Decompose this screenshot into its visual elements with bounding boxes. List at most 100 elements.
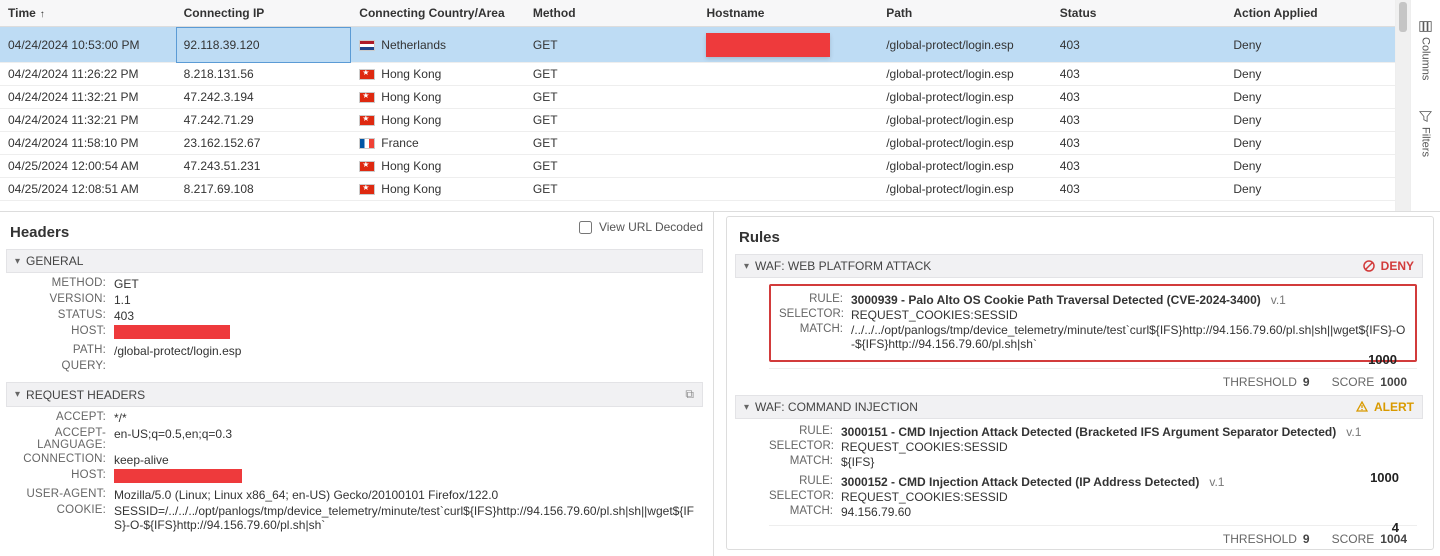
v-version: 1.1 <box>114 293 699 307</box>
flag-icon <box>359 161 375 172</box>
grid-header-row: Time↑ Connecting IP Connecting Country/A… <box>0 0 1395 27</box>
copy-icon[interactable]: ⧉ <box>685 387 694 402</box>
v-accept: */* <box>114 411 699 425</box>
k-ua: USER-AGENT: <box>10 488 106 502</box>
section-general-label: GENERAL <box>26 254 83 268</box>
cell-host <box>698 63 878 86</box>
k-status: STATUS: <box>10 309 106 323</box>
cell-host <box>698 109 878 132</box>
score-label: SCORE <box>1332 375 1375 389</box>
cell-path: /global-protect/login.esp <box>878 27 1052 63</box>
cell-host <box>698 132 878 155</box>
v-rule: 3000939 - Palo Alto OS Cookie Path Trave… <box>851 293 1407 307</box>
col-host[interactable]: Hostname <box>698 0 878 27</box>
cell-status: 403 <box>1052 27 1226 63</box>
table-row[interactable]: 04/25/2024 12:00:54 AM47.243.51.231Hong … <box>0 155 1395 178</box>
cell-action: Deny <box>1225 86 1395 109</box>
cell-action: Deny <box>1225 178 1395 201</box>
col-path[interactable]: Path <box>878 0 1052 27</box>
table-row[interactable]: 04/24/2024 11:32:21 PM47.242.3.194Hong K… <box>0 86 1395 109</box>
rule-summary: THRESHOLD9SCORE1000 <box>769 368 1417 395</box>
log-grid-area: Time↑ Connecting IP Connecting Country/A… <box>0 0 1440 212</box>
columns-tab[interactable]: Columns <box>1419 20 1432 80</box>
cell-time: 04/25/2024 12:08:51 AM <box>0 178 176 201</box>
table-row[interactable]: 04/25/2024 12:08:51 AM8.217.69.108Hong K… <box>0 178 1395 201</box>
lower-panes: View URL Decoded Headers ▾ GENERAL METHO… <box>0 212 1440 556</box>
cell-status: 403 <box>1052 178 1226 201</box>
cell-host <box>698 86 878 109</box>
col-method[interactable]: Method <box>525 0 699 27</box>
v-selector: REQUEST_COOKIES:SESSID <box>841 440 1417 454</box>
cell-status: 403 <box>1052 86 1226 109</box>
k-version: VERSION: <box>10 293 106 307</box>
cell-method: GET <box>525 109 699 132</box>
k-match: MATCH: <box>779 323 843 351</box>
v-selector: REQUEST_COOKIES:SESSID <box>841 490 1417 504</box>
flag-icon <box>359 40 375 51</box>
flag-icon <box>359 184 375 195</box>
rules-title: Rules <box>739 229 1423 246</box>
k-query: QUERY: <box>10 360 106 372</box>
k-match: MATCH: <box>769 455 833 469</box>
v-match: 94.156.79.60 <box>841 505 1417 519</box>
rule-score: 1000 <box>1368 352 1397 367</box>
cell-ip: 47.243.51.231 <box>176 155 352 178</box>
cell-path: /global-protect/login.esp <box>878 132 1052 155</box>
cell-country: Hong Kong <box>351 86 525 109</box>
log-grid: Time↑ Connecting IP Connecting Country/A… <box>0 0 1396 211</box>
rule-section-label: WAF: COMMAND INJECTION <box>755 400 918 414</box>
v-host2-redacted <box>114 469 699 486</box>
v-rule: 3000152 - CMD Injection Attack Detected … <box>841 475 1417 489</box>
v-host-redacted <box>114 325 699 342</box>
section-request-headers[interactable]: ▾ REQUEST HEADERS ⧉ <box>6 382 703 407</box>
k-rule: RULE: <box>779 293 843 307</box>
cell-country: France <box>351 132 525 155</box>
cell-host <box>698 178 878 201</box>
col-ip[interactable]: Connecting IP <box>176 0 352 27</box>
filters-tab[interactable]: Filters <box>1419 110 1432 157</box>
cell-method: GET <box>525 27 699 63</box>
v-cookie: SESSID=/../../../opt/panlogs/tmp/device_… <box>114 504 699 532</box>
rule-section-bar[interactable]: ▾WAF: COMMAND INJECTIONALERT <box>735 395 1423 419</box>
view-url-decoded[interactable]: View URL Decoded <box>579 220 703 234</box>
col-status[interactable]: Status <box>1052 0 1226 27</box>
v-match: ${IFS} <box>841 455 1417 469</box>
table-row[interactable]: 04/24/2024 11:58:10 PM23.162.152.67Franc… <box>0 132 1395 155</box>
rule-section-bar[interactable]: ▾WAF: WEB PLATFORM ATTACKDENY <box>735 254 1423 278</box>
col-action[interactable]: Action Applied <box>1225 0 1395 27</box>
threshold-value: 9 <box>1303 532 1310 546</box>
table-row[interactable]: 04/24/2024 11:32:21 PM47.242.71.29Hong K… <box>0 109 1395 132</box>
table-row[interactable]: 04/24/2024 10:53:00 PM92.118.39.120Nethe… <box>0 27 1395 63</box>
vertical-scrollbar[interactable] <box>1396 0 1410 211</box>
scrollbar-thumb[interactable] <box>1399 2 1407 32</box>
v-rule: 3000151 - CMD Injection Attack Detected … <box>841 425 1417 439</box>
cell-country: Hong Kong <box>351 178 525 201</box>
table-row[interactable]: 04/24/2024 11:26:22 PM8.218.131.56Hong K… <box>0 63 1395 86</box>
view-url-decoded-checkbox[interactable] <box>579 221 592 234</box>
cell-status: 403 <box>1052 155 1226 178</box>
headers-panel: View URL Decoded Headers ▾ GENERAL METHO… <box>0 212 714 556</box>
cell-ip: 47.242.3.194 <box>176 86 352 109</box>
filter-icon <box>1419 110 1432 123</box>
request-headers-block: ACCEPT:*/* ACCEPT-LANGUAGE:en-US;q=0.5,e… <box>6 411 703 542</box>
deny-icon <box>1363 260 1375 272</box>
section-general[interactable]: ▾ GENERAL <box>6 249 703 273</box>
rule-section-badge: ALERT <box>1356 400 1414 414</box>
cell-method: GET <box>525 63 699 86</box>
k-rule: RULE: <box>769 475 833 489</box>
k-match: MATCH: <box>769 505 833 519</box>
cell-action: Deny <box>1225 63 1395 86</box>
col-time[interactable]: Time↑ <box>0 0 176 27</box>
cell-country: Hong Kong <box>351 155 525 178</box>
v-conn: keep-alive <box>114 453 699 467</box>
k-rule: RULE: <box>769 425 833 439</box>
threshold-label: THRESHOLD <box>1223 375 1297 389</box>
v-selector: REQUEST_COOKIES:SESSID <box>851 308 1407 322</box>
chevron-down-icon: ▾ <box>744 261 749 272</box>
cell-ip: 47.242.71.29 <box>176 109 352 132</box>
k-host: HOST: <box>10 325 106 342</box>
view-url-decoded-label: View URL Decoded <box>599 220 703 234</box>
col-country[interactable]: Connecting Country/Area <box>351 0 525 27</box>
cell-method: GET <box>525 86 699 109</box>
cell-time: 04/24/2024 11:32:21 PM <box>0 109 176 132</box>
